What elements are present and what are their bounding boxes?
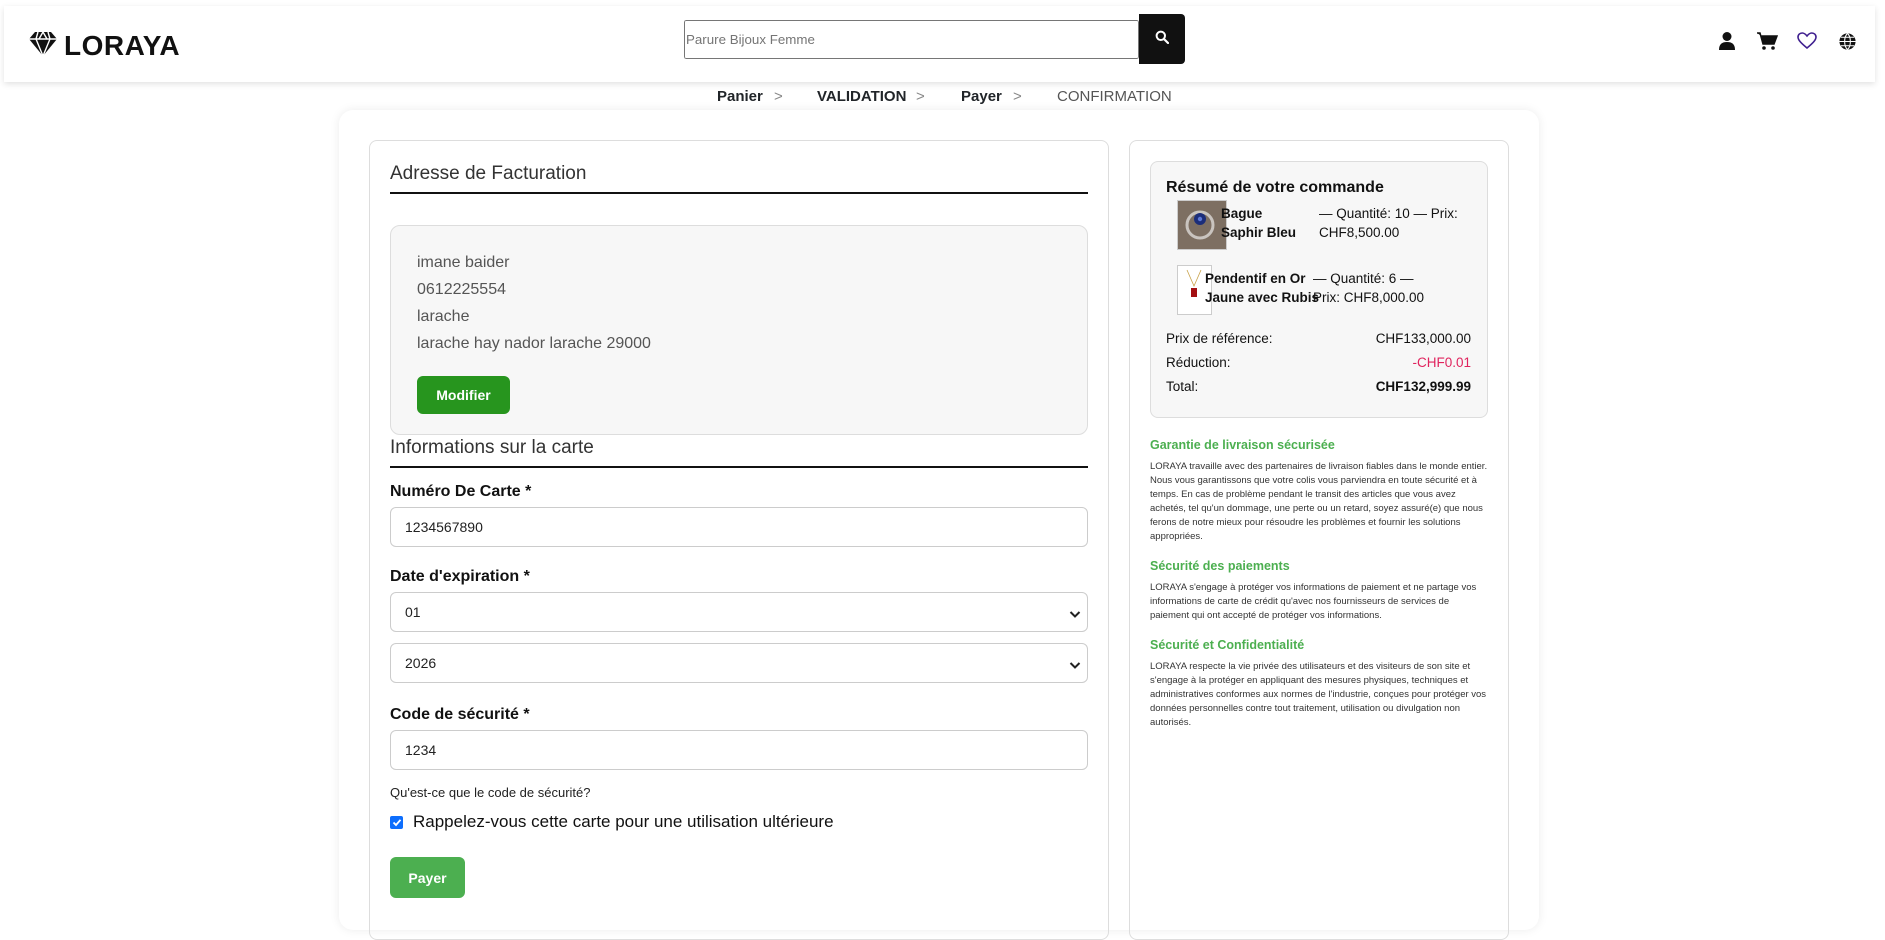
step-separator: > [774, 88, 783, 105]
diamond-icon [28, 31, 58, 62]
expiry-label: Date d'expiration * [390, 568, 530, 585]
billing-divider [390, 192, 1088, 194]
cvv-label: Code de sécurité * [390, 706, 530, 723]
search-icon [1155, 30, 1170, 49]
expiry-year-value: 2026 [405, 655, 437, 671]
billing-phone: 0612225554 [417, 281, 506, 298]
item-name-line2: Saphir Bleu [1221, 225, 1297, 240]
globe-icon[interactable] [1836, 30, 1858, 52]
search-button[interactable] [1139, 14, 1185, 64]
card-number-input[interactable]: 1234567890 [390, 507, 1088, 547]
billing-name: imane baider [417, 254, 510, 271]
total-label: Total: [1166, 379, 1199, 394]
billing-address-box: imane baider 0612225554 larache larache … [390, 225, 1088, 435]
step-validation[interactable]: VALIDATION [817, 88, 906, 105]
item-price: Prix: CHF8,000.00 [1313, 290, 1425, 305]
payment-security-text: LORAYA s'engage à protéger vos informati… [1150, 582, 1477, 621]
billing-address: larache hay nador larache 29000 [417, 335, 651, 352]
item-name: Pendentif en Or [1205, 271, 1306, 286]
payment-security-title: Sécurité des paiements [1150, 559, 1290, 573]
heart-icon[interactable] [1796, 30, 1818, 52]
card-info-divider [390, 466, 1088, 468]
expiry-year-select[interactable]: 2026 [390, 643, 1088, 683]
discount-value: -CHF0.01 [1412, 355, 1471, 370]
remember-card: Rappelez-vous cette carte pour une utili… [390, 812, 834, 832]
card-number-value: 1234567890 [405, 519, 483, 535]
remember-card-label: Rappelez-vous cette carte pour une utili… [413, 812, 834, 831]
item-detail: — Quantité: 6 — [1313, 271, 1414, 286]
search-input[interactable] [684, 20, 1139, 59]
discount-row: Réduction: -CHF0.01 [1166, 355, 1471, 370]
billing-city: larache [417, 308, 470, 325]
step-payer[interactable]: Payer [961, 88, 1002, 105]
reference-value: CHF133,000.00 [1375, 331, 1471, 346]
header-icons [1716, 30, 1858, 52]
cart-icon[interactable] [1756, 30, 1778, 52]
item-name: Bague [1221, 206, 1263, 221]
brand-logo[interactable]: LORAYA [28, 30, 180, 62]
expiry-month-value: 01 [405, 604, 421, 620]
chevron-down-icon [1069, 606, 1081, 622]
step-confirmation[interactable]: CONFIRMATION [1057, 88, 1172, 105]
reference-label: Prix de référence: [1166, 331, 1273, 346]
order-summary: Résumé de votre commande Bague Saphir Bl… [1150, 161, 1488, 418]
step-panier[interactable]: Panier [717, 88, 763, 105]
brand-name: LORAYA [64, 30, 181, 61]
reference-price-row: Prix de référence: CHF133,000.00 [1166, 331, 1471, 346]
item-detail: — Quantité: 10 — Prix: [1319, 206, 1458, 221]
step-separator: > [916, 88, 925, 105]
pay-button[interactable]: Payer [390, 857, 465, 898]
privacy-title: Sécurité et Confidentialité [1150, 638, 1305, 652]
chevron-down-icon [1069, 657, 1081, 673]
user-icon[interactable] [1716, 30, 1738, 52]
card-info-title: Informations sur la carte [390, 437, 594, 458]
remember-card-checkbox[interactable] [390, 815, 403, 829]
cvv-help-link[interactable]: Qu'est-ce que le code de sécurité? [390, 785, 591, 800]
billing-title: Adresse de Facturation [390, 163, 587, 184]
delivery-guarantee-title: Garantie de livraison sécurisée [1150, 438, 1335, 452]
checkout-steps: Panier > VALIDATION > Payer > CONFIRMATI… [0, 86, 1885, 106]
item-price: CHF8,500.00 [1319, 225, 1400, 240]
edit-address-button[interactable]: Modifier [417, 376, 510, 414]
discount-label: Réduction: [1166, 355, 1231, 370]
card-number-label: Numéro De Carte * [390, 483, 532, 500]
delivery-guarantee-text: LORAYA travaille avec des partenaires de… [1150, 461, 1488, 542]
privacy-text: LORAYA respecte la vie privée des utilis… [1150, 661, 1487, 728]
total-value: CHF132,999.99 [1375, 379, 1471, 394]
summary-title: Résumé de votre commande [1166, 179, 1384, 196]
step-separator: > [1013, 88, 1022, 105]
search-bar [684, 14, 1185, 64]
ring-thumbnail [1177, 200, 1227, 250]
expiry-month-select[interactable]: 01 [390, 592, 1088, 632]
item-name-line2: Jaune avec Rubis [1205, 290, 1320, 305]
cvv-value: 1234 [405, 742, 437, 758]
total-row: Total: CHF132,999.99 [1166, 379, 1471, 394]
cvv-input[interactable]: 1234 [390, 730, 1088, 770]
